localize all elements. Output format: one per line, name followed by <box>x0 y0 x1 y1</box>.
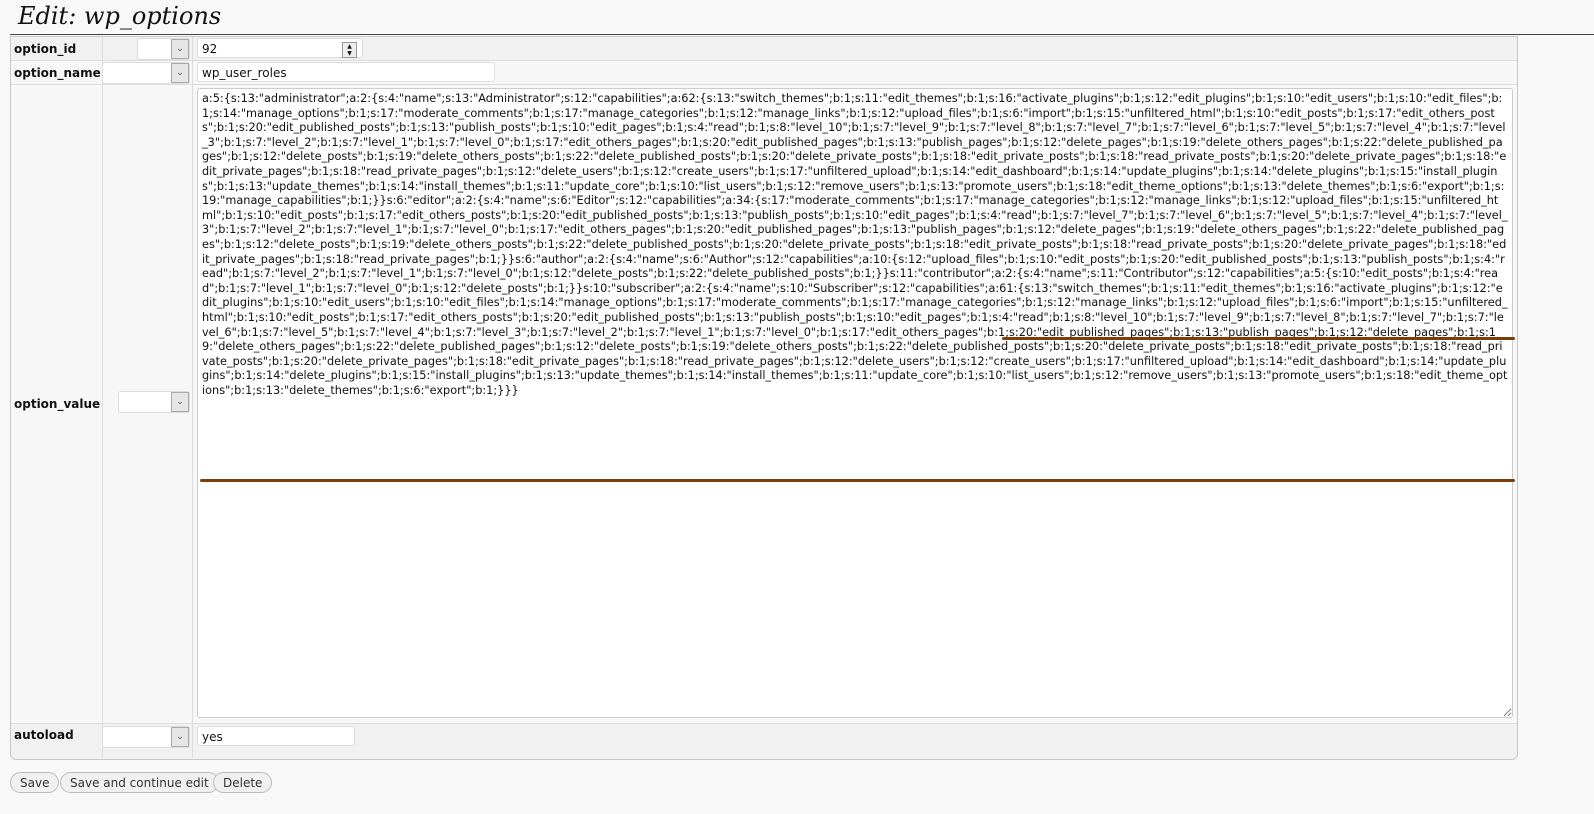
annotation-underline <box>200 479 1515 482</box>
field-label: autoload <box>11 724 103 758</box>
page-title: Edit: wp_options <box>18 2 222 30</box>
row-option-id: option_id ⌄ 92 ▲ ▼ <box>11 37 1517 61</box>
autoload-input[interactable]: yes <box>197 726 355 746</box>
option-value-textarea[interactable]: a:5:{s:13:"administrator";a:2:{s:4:"name… <box>197 88 1513 718</box>
chevron-down-icon: ⌄ <box>171 727 189 747</box>
field-label: option_value <box>11 85 103 723</box>
option-name-input[interactable]: wp_user_roles <box>197 62 495 82</box>
delete-button[interactable]: Delete <box>213 772 273 793</box>
save-and-continue-button[interactable]: Save and continue edit <box>60 772 219 793</box>
chevron-down-icon: ⌄ <box>171 392 189 412</box>
save-button[interactable]: Save <box>10 772 60 793</box>
field-label: option_name <box>11 61 103 84</box>
row-option-name: option_name ⌄ wp_user_roles <box>11 61 1517 85</box>
function-select[interactable]: ⌄ <box>118 391 190 413</box>
function-select[interactable]: ⌄ <box>137 38 190 60</box>
chevron-down-icon: ⌄ <box>171 63 189 83</box>
function-select[interactable]: ⌄ <box>102 726 190 748</box>
row-autoload: autoload ⌄ yes <box>11 724 1517 758</box>
field-label: option_id <box>11 37 103 60</box>
function-select[interactable]: ⌄ <box>102 62 190 84</box>
row-option-value: option_value ⌄ a:5:{s:13:"administrator"… <box>11 85 1517 724</box>
spin-arrows-icon[interactable]: ▲ ▼ <box>342 42 357 58</box>
chevron-down-icon: ⌄ <box>171 39 189 59</box>
option-id-input[interactable]: 92 ▲ ▼ <box>197 38 363 58</box>
edit-form: option_id ⌄ 92 ▲ ▼ option_name ⌄ wp_user_… <box>10 36 1518 760</box>
annotation-underline <box>1002 337 1515 340</box>
title-divider <box>10 34 1594 35</box>
